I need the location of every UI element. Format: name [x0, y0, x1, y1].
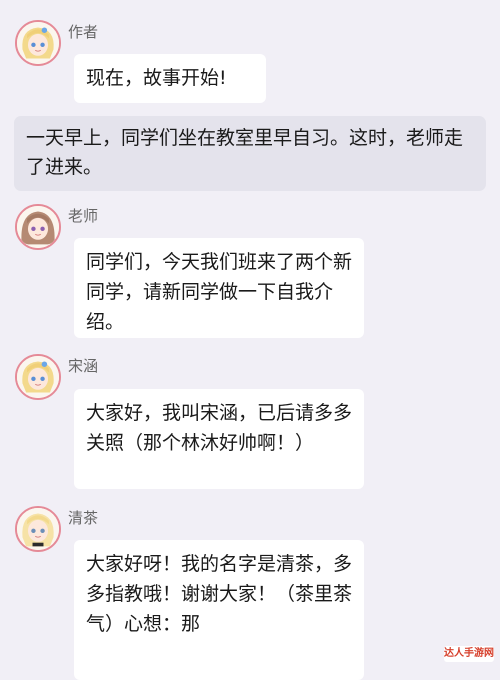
- qingcha-avatar-icon[interactable]: [15, 506, 61, 552]
- sender-name: 清茶: [68, 509, 99, 527]
- sender-name: 宋涵: [68, 357, 99, 375]
- watermark-logo: 达人手游网: [444, 646, 494, 662]
- message-bubble: 大家好，我叫宋涵，已后请多多关照（那个林沐好帅啊！）: [74, 389, 364, 489]
- sender-name: 老师: [68, 207, 99, 225]
- message-bubble: 同学们，今天我们班来了两个新同学，请新同学做一下自我介绍。: [74, 238, 364, 338]
- message-bubble: 大家好呀！我的名字是清茶，多多指教哦！谢谢大家！（茶里茶气）心想：那: [74, 540, 364, 680]
- message-bubble: 现在，故事开始!: [74, 54, 266, 103]
- sender-name: 作者: [68, 23, 99, 41]
- songhan-avatar-icon[interactable]: [15, 354, 61, 400]
- narration-box: 一天早上，同学们坐在教室里早自习。这时，老师走了进来。: [14, 116, 486, 191]
- author-avatar-icon[interactable]: [15, 20, 61, 66]
- teacher-avatar-icon[interactable]: [15, 204, 61, 250]
